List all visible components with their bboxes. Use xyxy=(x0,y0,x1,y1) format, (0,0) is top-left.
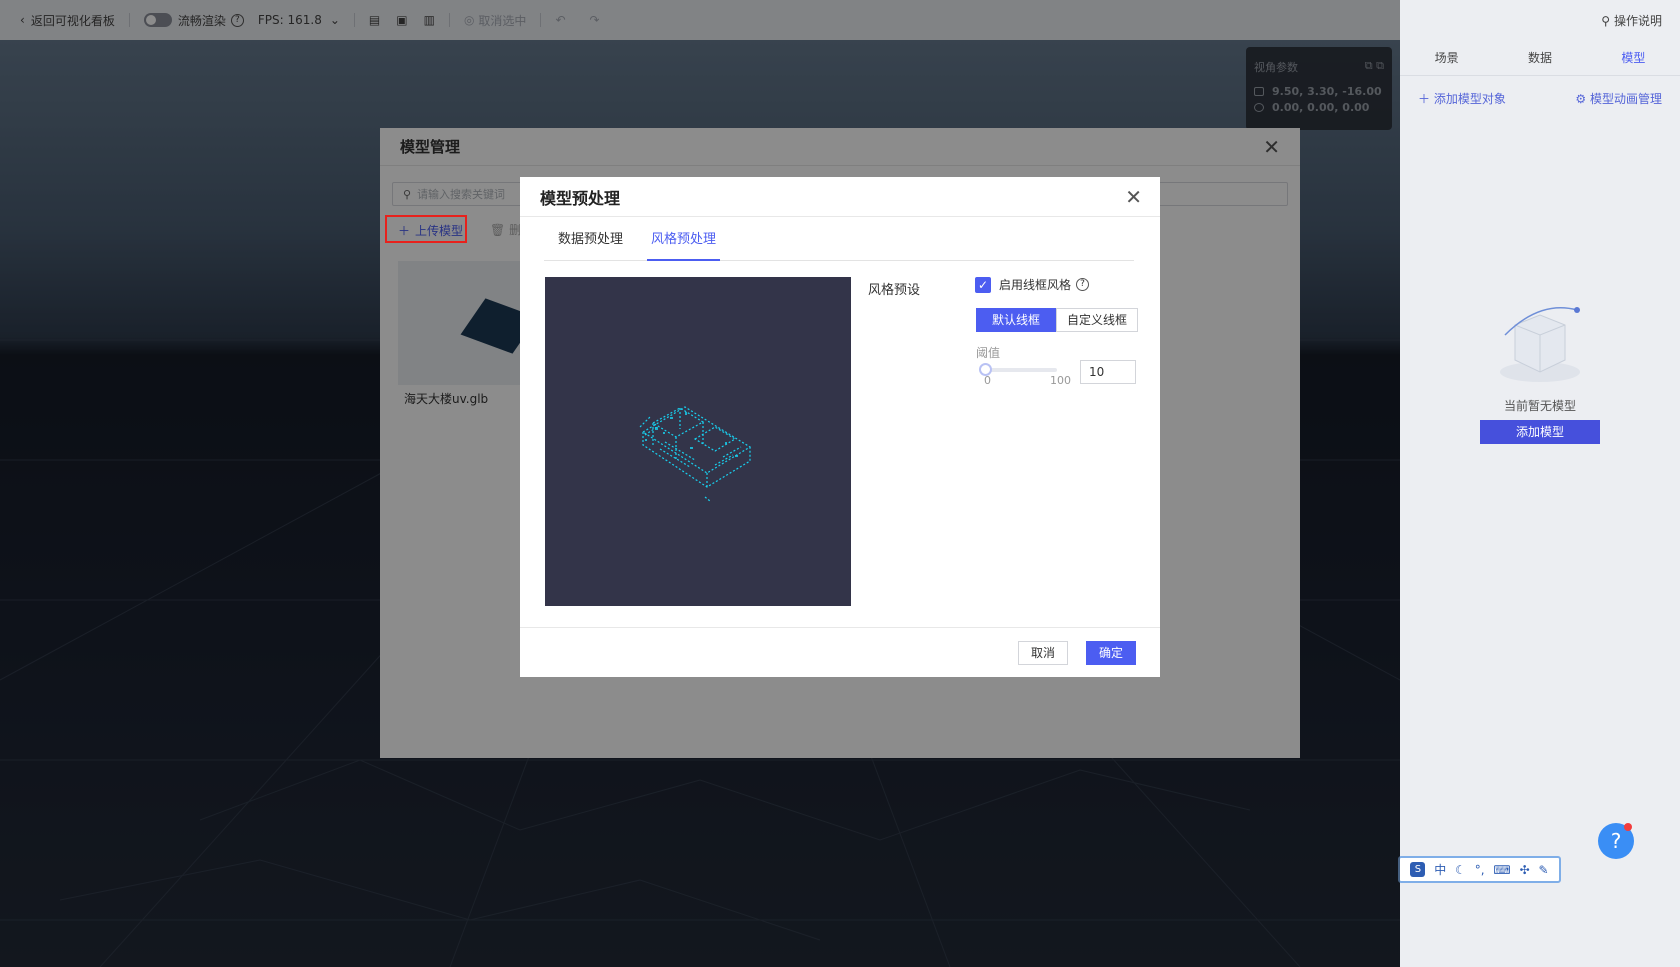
segment-default-wireframe[interactable]: 默认线框 xyxy=(976,308,1056,332)
close-icon[interactable]: ✕ xyxy=(1125,187,1142,207)
plus-icon: ＋ xyxy=(1418,92,1434,106)
add-model-object-label: 添加模型对象 xyxy=(1433,92,1506,106)
question-icon[interactable]: ? xyxy=(1076,278,1090,291)
slider-min-label: 0 xyxy=(984,374,991,387)
threshold-input[interactable]: 10 xyxy=(1080,360,1136,384)
preprocess-tabs: 数据预处理 风格预处理 xyxy=(544,219,1134,261)
tab-scene[interactable]: 场景 xyxy=(1400,40,1493,75)
empty-text: 当前暂无模型 xyxy=(1503,399,1576,413)
question-icon: ? xyxy=(1610,829,1622,853)
ime-lang[interactable]: 中 xyxy=(1434,861,1446,878)
punctuation-icon[interactable]: °, xyxy=(1475,863,1485,877)
help-label: 操作说明 xyxy=(1613,14,1662,28)
empty-box-illustration xyxy=(1500,307,1580,382)
preprocess-title: 模型预处理 xyxy=(540,188,621,208)
cancel-button[interactable]: 取消 xyxy=(1018,641,1069,665)
slider-max-label: 100 xyxy=(1050,374,1071,387)
enable-wireframe-label: 启用线框风格 xyxy=(999,278,1072,292)
empty-state: 当前暂无模型 添加模型 xyxy=(1400,280,1680,444)
model-preprocess-dialog: 模型预处理 ✕ 数据预处理 风格预处理 风格预设 ✓ 启用线框风格 ? 默认线框… xyxy=(520,177,1160,677)
pin-icon: ⚲ xyxy=(1601,13,1610,28)
style-preset-label: 风格预设 xyxy=(868,283,921,298)
tab-model[interactable]: 模型 xyxy=(1587,40,1680,75)
tab-data-preprocess[interactable]: 数据预处理 xyxy=(544,219,637,260)
add-model-object-button[interactable]: ＋ 添加模型对象 xyxy=(1418,90,1506,107)
float-help-button[interactable]: ? xyxy=(1598,823,1634,859)
tool-icon[interactable]: ✣ xyxy=(1520,863,1530,877)
model-anim-button[interactable]: ⚙ 模型动画管理 xyxy=(1575,90,1662,107)
threshold-slider[interactable] xyxy=(979,363,1057,376)
help-button[interactable]: ⚲ 操作说明 xyxy=(1601,12,1662,29)
keyboard-icon[interactable]: ⌨ xyxy=(1493,863,1510,877)
checkmark-icon[interactable]: ✓ xyxy=(975,276,991,293)
wireframe-segmented-control: 默认线框 自定义线框 xyxy=(976,308,1139,332)
wrench-icon[interactable]: ✎ xyxy=(1538,863,1548,877)
dialog-footer: 取消 确定 xyxy=(520,627,1160,677)
add-model-button[interactable]: 添加模型 xyxy=(1480,420,1600,444)
gear-icon: ⚙ xyxy=(1575,92,1590,106)
ime-logo-icon[interactable]: S xyxy=(1410,862,1426,877)
confirm-button[interactable]: 确定 xyxy=(1086,641,1137,665)
threshold-label: 阈值 xyxy=(976,346,1001,360)
model-preview-canvas[interactable] xyxy=(545,277,851,606)
segment-custom-wireframe[interactable]: 自定义线框 xyxy=(1056,308,1139,332)
right-panel-tabs: 场景 数据 模型 xyxy=(1400,40,1680,76)
ime-toolbar[interactable]: S 中 ☾ °, ⌨ ✣ ✎ xyxy=(1398,856,1561,883)
moon-icon[interactable]: ☾ xyxy=(1455,863,1466,877)
model-anim-label: 模型动画管理 xyxy=(1589,92,1662,106)
tab-style-preprocess[interactable]: 风格预处理 xyxy=(637,219,730,261)
tab-data[interactable]: 数据 xyxy=(1493,40,1586,75)
wireframe-model xyxy=(639,406,752,502)
enable-wireframe-checkbox[interactable]: ✓ 启用线框风格 ? xyxy=(975,276,1090,293)
right-panel: 场景 数据 模型 ＋ 添加模型对象 ⚙ 模型动画管理 当前暂无模型 添加模型 xyxy=(1400,40,1680,967)
